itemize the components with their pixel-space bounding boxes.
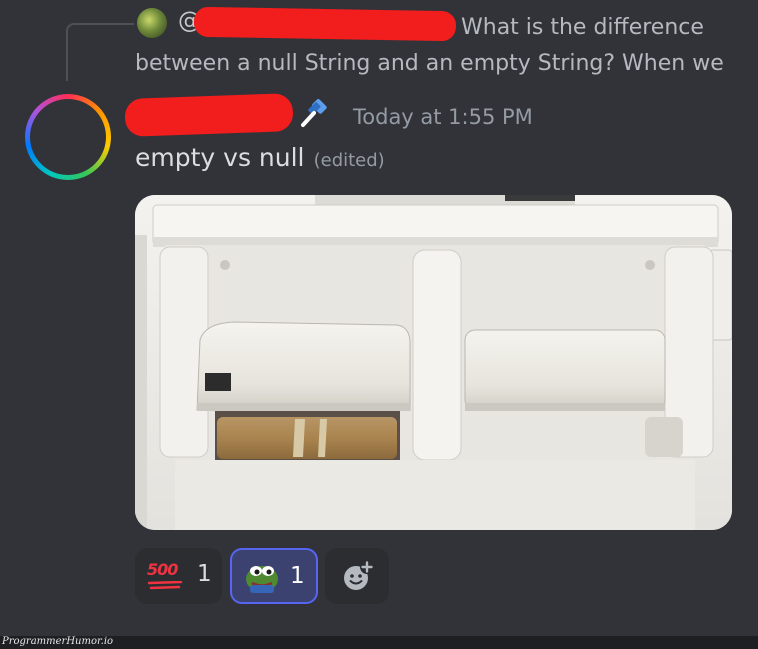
hammer-icon xyxy=(301,99,327,127)
add-reaction-icon xyxy=(344,560,374,590)
100-underline-icon xyxy=(147,581,183,590)
pepe-frog-icon xyxy=(246,566,278,593)
message-content: empty vs null (edited) xyxy=(135,143,385,172)
reply-connector-line xyxy=(66,23,134,81)
message-text: empty vs null xyxy=(135,143,305,172)
100-icon: 500 xyxy=(147,560,178,579)
message-timestamp[interactable]: Today at 1:55 PM xyxy=(353,105,533,129)
watermark-bar xyxy=(0,636,758,649)
reaction-pepe[interactable]: 1 xyxy=(230,548,318,604)
edited-label: (edited) xyxy=(313,150,385,171)
reaction-100[interactable]: 500 1 xyxy=(135,548,222,604)
toilet-paper-holder-photo xyxy=(135,195,732,530)
reaction-count: 1 xyxy=(290,563,305,589)
author-avatar[interactable] xyxy=(25,94,111,180)
add-reaction-button[interactable] xyxy=(325,548,389,604)
redaction-mark xyxy=(193,6,457,42)
reaction-count: 1 xyxy=(197,561,212,587)
avatar-inner xyxy=(30,99,106,175)
redaction-mark xyxy=(124,93,294,137)
watermark-text: ProgrammerHumor.io xyxy=(2,636,114,647)
message-image-attachment[interactable] xyxy=(135,195,732,530)
